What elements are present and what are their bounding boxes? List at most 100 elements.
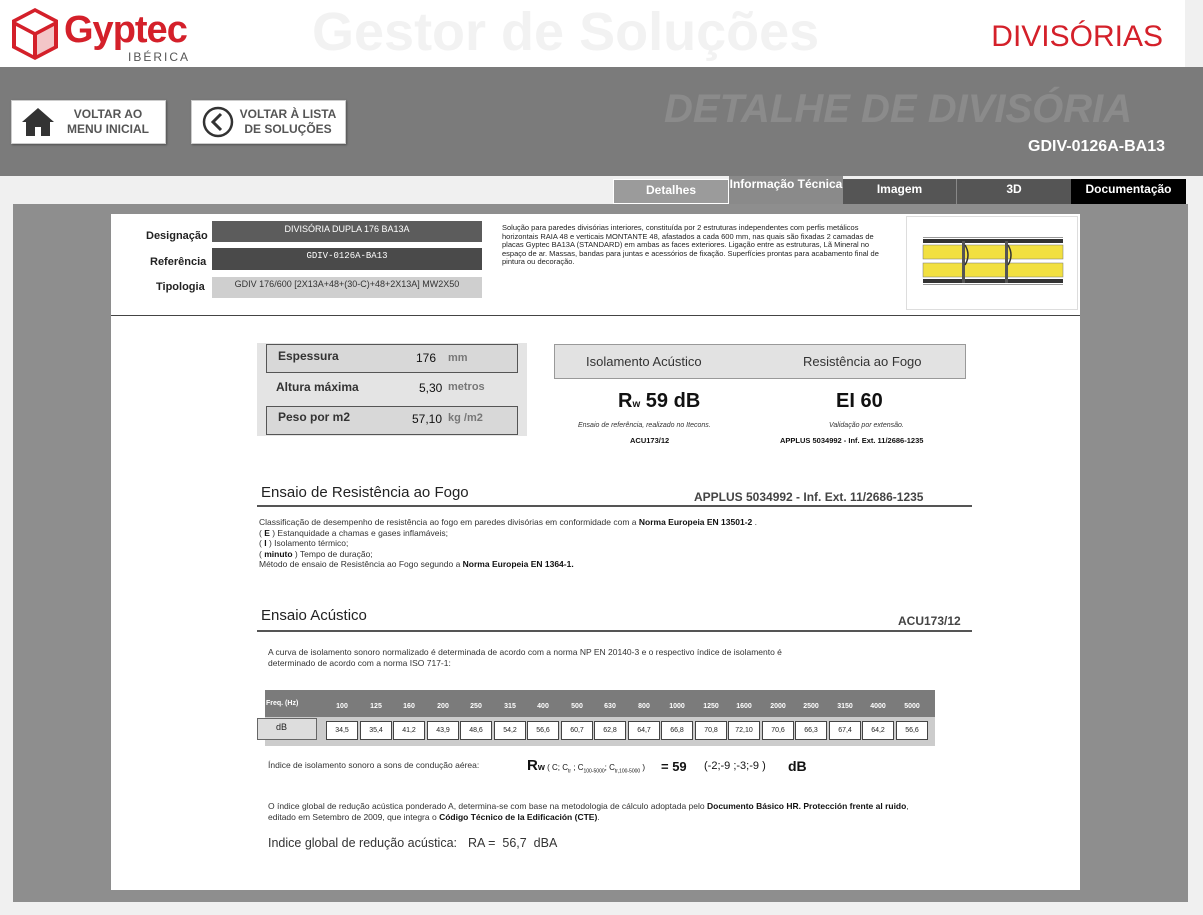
freq-header-cell: 250 bbox=[470, 703, 482, 710]
solution-description: Solução para paredes divisórias interior… bbox=[502, 223, 879, 266]
freq-header-cell: 200 bbox=[437, 703, 449, 710]
designacao-value: DIVISÓRIA DUPLA 176 BA13A bbox=[212, 221, 482, 242]
acoustic-intro: A curva de isolamento sonoro normalizado… bbox=[268, 647, 782, 668]
peso-value: 57,10 bbox=[412, 412, 443, 426]
page-ghost-title: DETALHE DE DIVISÓRIA bbox=[664, 87, 1133, 131]
referencia-value: GDIV-0126A-BA13 bbox=[212, 248, 482, 270]
gyptec-logo[interactable]: Gyptec IBÉRICA bbox=[10, 4, 200, 64]
freq-header-cell: 125 bbox=[370, 703, 382, 710]
acoustic-note: Ensaio de referência, realizado no Iteco… bbox=[578, 422, 711, 429]
section-thumbnail[interactable] bbox=[906, 216, 1078, 310]
freq-header-cell: 800 bbox=[638, 703, 650, 710]
cube-logo-icon bbox=[12, 8, 58, 60]
fire-title: Resistência ao Fogo bbox=[803, 354, 922, 369]
fire-section-ref: APPLUS 5034992 - Inf. Ext. 11/2686-1235 bbox=[694, 490, 924, 504]
brand-subtitle: IBÉRICA bbox=[128, 50, 191, 64]
wall-section-image bbox=[922, 237, 1064, 285]
acoustic-ref: ACU173/12 bbox=[630, 436, 670, 445]
acoustic-section-ref: ACU173/12 bbox=[898, 614, 961, 628]
altura-value: 5,30 bbox=[419, 381, 443, 395]
db-value-cell: 62,8 bbox=[594, 721, 626, 740]
ra-note: O índice global de redução acústica pond… bbox=[268, 801, 909, 822]
index-unit: dB bbox=[788, 758, 807, 774]
tab-bar: Detalhes Informação Técnica Imagem 3D Do… bbox=[613, 176, 1186, 206]
db-value-cell: 72,10 bbox=[728, 721, 760, 740]
db-value-cell: 43,9 bbox=[427, 721, 459, 740]
db-value-cell: 66,8 bbox=[661, 721, 693, 740]
acoustic-title: Isolamento Acústico bbox=[586, 354, 702, 369]
freq-header-cell: 1250 bbox=[703, 703, 719, 710]
db-value-cell: 41,2 bbox=[393, 721, 425, 740]
tipologia-label: Tipologia bbox=[156, 281, 205, 293]
db-value-cell: 56,6 bbox=[896, 721, 928, 740]
db-label: dB bbox=[257, 718, 317, 740]
freq-header-cell: 1000 bbox=[669, 703, 685, 710]
tipologia-value: GDIV 176/600 [2X13A+48+(30-C)+48+2X13A] … bbox=[212, 277, 482, 298]
back-to-list-button[interactable]: VOLTAR À LISTA DE SOLUÇÕES bbox=[191, 100, 346, 144]
tab-detalhes[interactable]: Detalhes bbox=[613, 179, 729, 204]
db-value-cell: 70,8 bbox=[695, 721, 727, 740]
app-ghost-title: Gestor de Soluções bbox=[312, 2, 820, 62]
acoustic-section-title: Ensaio Acústico bbox=[261, 607, 367, 624]
db-value-cell: 70,6 bbox=[762, 721, 794, 740]
espessura-unit: mm bbox=[448, 352, 468, 364]
peso-unit: kg /m2 bbox=[448, 412, 483, 424]
db-value-cell: 64,7 bbox=[628, 721, 660, 740]
freq-header-cell: 4000 bbox=[870, 703, 886, 710]
freq-header-cell: 2500 bbox=[803, 703, 819, 710]
tab-3d[interactable]: 3D bbox=[956, 179, 1071, 204]
fire-note: Validação por extensão. bbox=[829, 422, 904, 429]
back-to-home-button[interactable]: VOLTAR AO MENU INICIAL bbox=[11, 100, 166, 144]
freq-header-cell: 500 bbox=[571, 703, 583, 710]
db-value-cell: 67,4 bbox=[829, 721, 861, 740]
brand-name: Gyptec bbox=[64, 9, 188, 51]
rw-value: Rw 59 dB bbox=[618, 390, 701, 412]
freq-header: Freq. (Hz) bbox=[266, 700, 299, 707]
fire-value: EI 60 bbox=[836, 390, 883, 412]
db-value-cell: 56,6 bbox=[527, 721, 559, 740]
freq-header-cell: 315 bbox=[504, 703, 516, 710]
index-corrections: (-2;-9 ;-3;-9 ) bbox=[704, 760, 766, 772]
index-label: Índice de isolamento sonoro a sons de co… bbox=[268, 760, 480, 770]
tab-informacao-tecnica[interactable]: Informação Técnica bbox=[729, 176, 843, 206]
fire-section-title: Ensaio de Resistência ao Fogo bbox=[261, 484, 469, 501]
fire-section-text: Classificação de desempenho de resistênc… bbox=[259, 517, 757, 569]
freq-header-cell: 5000 bbox=[904, 703, 920, 710]
db-value-cell: 66,3 bbox=[795, 721, 827, 740]
db-value-cell: 60,7 bbox=[561, 721, 593, 740]
ra-value: RA = 56,7 dBA bbox=[468, 836, 558, 850]
designacao-label: Designação bbox=[146, 230, 208, 242]
referencia-label: Referência bbox=[150, 256, 207, 268]
index-formula: Rw ( C; Ctr ; C100-5000; Ctr,100-5000 ) bbox=[527, 757, 646, 775]
freq-header-cell: 400 bbox=[537, 703, 549, 710]
altura-unit: metros bbox=[448, 381, 485, 393]
fire-ref: APPLUS 5034992 - Inf. Ext. 11/2686-1235 bbox=[780, 436, 924, 445]
tab-documentacao[interactable]: Documentação bbox=[1071, 179, 1186, 204]
section-title: DIVISÓRIAS bbox=[991, 20, 1163, 53]
divider bbox=[111, 315, 1080, 316]
solution-code: GDIV-0126A-BA13 bbox=[1028, 138, 1165, 155]
altura-label: Altura máxima bbox=[276, 380, 359, 394]
ra-label: Indice global de redução acústica: bbox=[268, 836, 458, 850]
freq-header-cell: 2000 bbox=[770, 703, 786, 710]
freq-header-cell: 1600 bbox=[736, 703, 752, 710]
index-value: = 59 bbox=[661, 759, 687, 774]
back-to-list-label: VOLTAR À LISTA DE SOLUÇÕES bbox=[239, 107, 337, 136]
back-to-home-label: VOLTAR AO MENU INICIAL bbox=[67, 107, 149, 136]
espessura-value: 176 bbox=[416, 351, 437, 365]
freq-header-cell: 3150 bbox=[837, 703, 853, 710]
home-icon bbox=[18, 102, 58, 142]
db-value-cell: 48,6 bbox=[460, 721, 492, 740]
toolbar-band: VOLTAR AO MENU INICIAL VOLTAR À LISTA DE… bbox=[0, 67, 1203, 176]
freq-header-cell: 100 bbox=[336, 703, 348, 710]
freq-header-cell: 630 bbox=[604, 703, 616, 710]
tab-imagem[interactable]: Imagem bbox=[843, 179, 956, 204]
freq-header-cell: 160 bbox=[403, 703, 415, 710]
back-arrow-icon bbox=[198, 102, 238, 142]
db-value-cell: 34,5 bbox=[326, 721, 358, 740]
app-header: Gyptec IBÉRICA Gestor de Soluções DIVISÓ… bbox=[0, 0, 1185, 67]
db-value-cell: 64,2 bbox=[862, 721, 894, 740]
espessura-label: Espessura bbox=[278, 349, 339, 363]
db-value-cell: 35,4 bbox=[360, 721, 392, 740]
peso-label: Peso por m2 bbox=[278, 410, 351, 424]
